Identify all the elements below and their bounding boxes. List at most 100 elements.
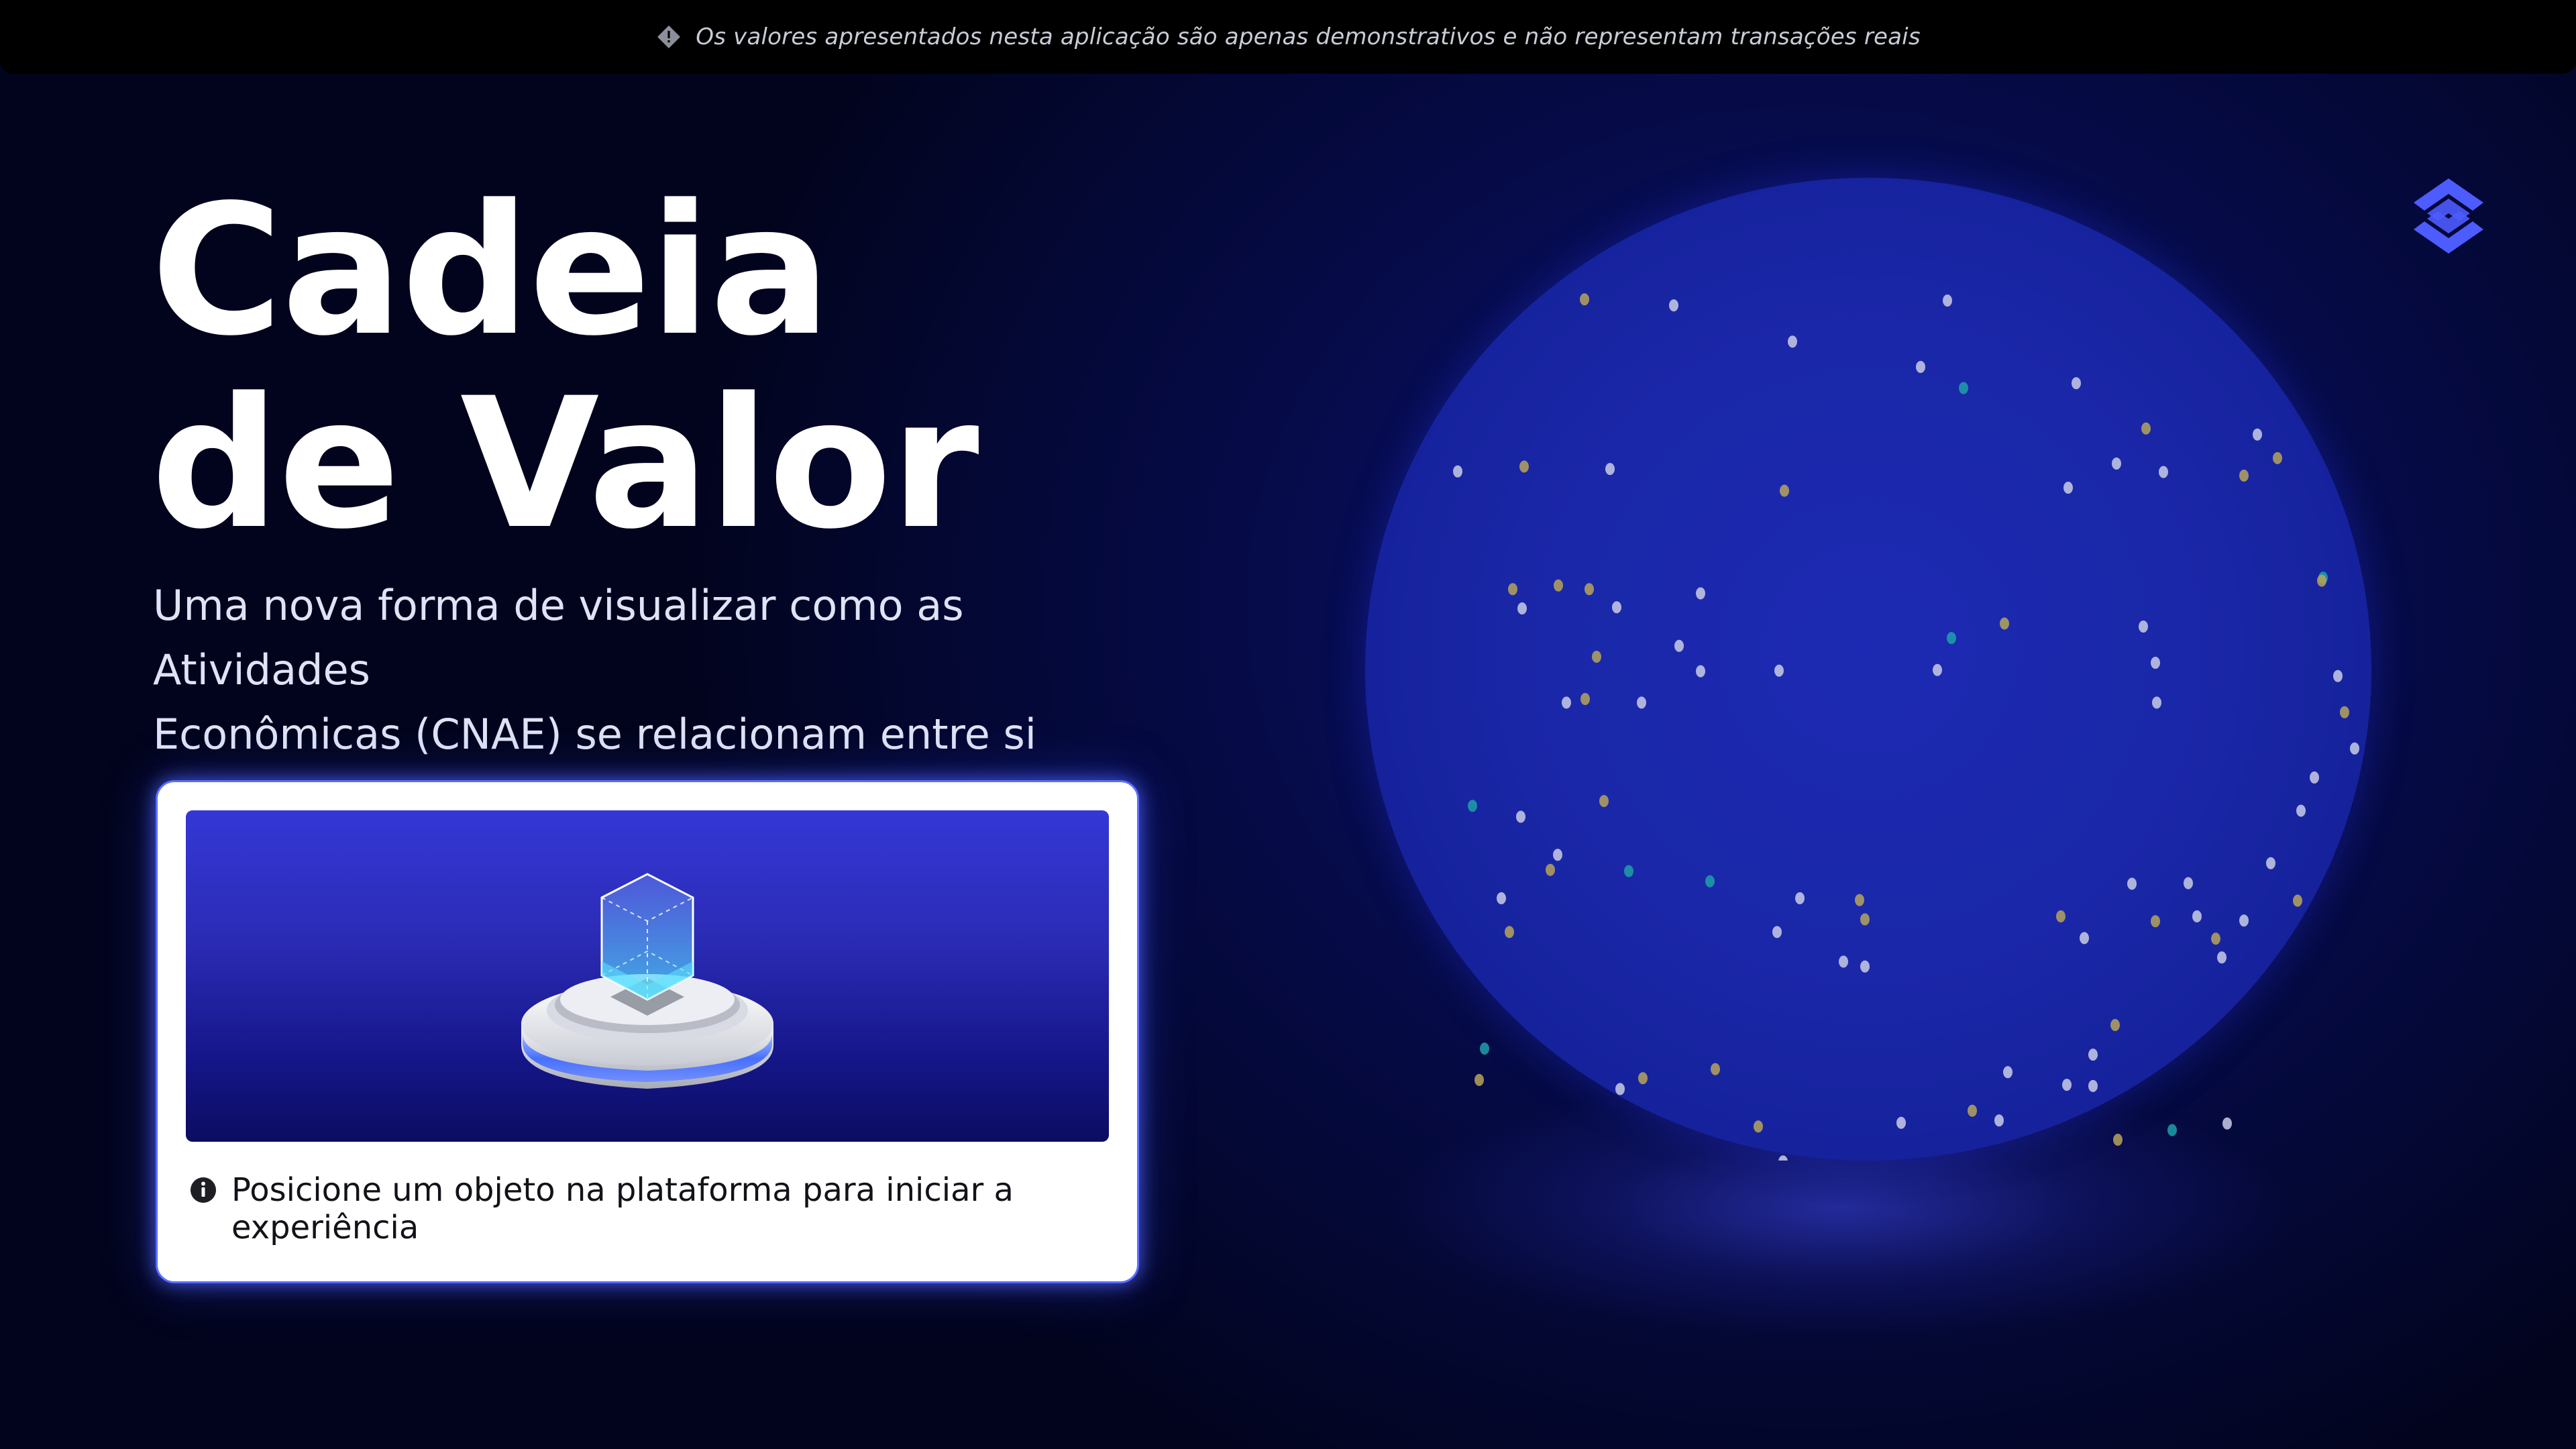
cnae-network-globe[interactable] [1365,178,2371,1161]
cnae-node[interactable] [1585,583,1594,596]
cnae-node[interactable] [1711,1063,1720,1075]
cnae-node[interactable] [1468,800,1477,812]
cnae-node[interactable] [1754,1120,1763,1133]
cnae-node[interactable] [2062,1079,2072,1091]
cnae-node[interactable] [2056,910,2065,922]
cnae-node[interactable] [1947,632,1956,645]
cnae-node[interactable] [1860,913,1870,926]
cnae-node[interactable] [1933,663,1942,676]
cnae-node[interactable] [1599,795,1609,808]
cnae-node[interactable] [2159,466,2168,478]
cnae-node[interactable] [1968,1104,1977,1117]
cnae-node[interactable] [2000,617,2009,630]
cnae-node[interactable] [2113,1134,2123,1146]
cnae-node[interactable] [1624,865,1633,877]
cnae-node[interactable] [2239,914,2249,927]
cnae-node[interactable] [1674,639,1684,652]
cnae-node[interactable] [2080,932,2089,945]
cnae-node[interactable] [1839,955,1848,968]
cnae-node[interactable] [2184,877,2193,890]
cnae-node[interactable] [2110,1019,2120,1031]
page-subtitle: Uma nova forma de visualizar como as Ati… [153,574,1173,767]
cnae-node[interactable] [1959,382,1968,394]
cnae-node[interactable] [1943,294,1952,307]
cnae-node[interactable] [1696,665,1705,678]
cnae-node[interactable] [2266,857,2275,869]
cnae-node[interactable] [2293,894,2302,907]
cnae-node[interactable] [2217,951,2226,964]
platform-with-cube-illustration [521,873,773,1089]
cnae-node[interactable] [1554,579,1563,592]
cnae-node[interactable] [1516,810,1525,823]
cnae-node[interactable] [1780,484,1789,497]
cnae-node[interactable] [2141,422,2151,435]
cnae-node[interactable] [2239,470,2249,482]
cnae-node[interactable] [1916,361,1925,373]
cnae-node[interactable] [2088,1049,2098,1061]
cnae-node[interactable] [1497,892,1506,904]
cnae-node[interactable] [2151,915,2160,928]
cnae-node[interactable] [1994,1114,2004,1127]
cnae-node[interactable] [2350,742,2359,755]
cnae-node[interactable] [1774,664,1784,677]
cnae-node[interactable] [2151,657,2160,669]
cnae-node[interactable] [2003,1066,2012,1079]
cnae-node[interactable] [2340,706,2349,718]
cnae-node[interactable] [2139,621,2148,633]
cnae-node[interactable] [2317,574,2326,587]
info-icon [191,1177,216,1203]
page-title-line-1: Cadeia [151,166,831,376]
cnae-node[interactable] [2167,1124,2177,1136]
cnae-node[interactable] [1592,651,1601,663]
cnae-node[interactable] [1637,696,1646,709]
cnae-node[interactable] [2152,696,2161,709]
cnae-node[interactable] [2333,669,2343,682]
cnae-node[interactable] [2063,482,2073,494]
cnae-node[interactable] [2222,1117,2232,1130]
cnae-node[interactable] [1860,960,1870,973]
cnae-node[interactable] [1615,1083,1625,1095]
cnae-node[interactable] [1519,460,1529,473]
cnae-node[interactable] [1580,293,1589,306]
banco-do-brasil-logo[interactable] [2408,176,2489,256]
cnae-node[interactable] [1795,892,1805,904]
cnae-node[interactable] [1453,465,1462,478]
cnae-node[interactable] [1705,875,1715,888]
cnae-node[interactable] [1480,1042,1489,1055]
cnae-node[interactable] [2088,1079,2098,1092]
cnae-nodes [1453,293,2359,1161]
cnae-node[interactable] [2112,458,2121,470]
page-title-line-2: de Valor [151,360,979,569]
cnae-node[interactable] [1553,849,1562,861]
cnae-node[interactable] [1612,601,1621,614]
page-subtitle-line-1: Uma nova forma de visualizar como as Ati… [153,581,964,694]
cnae-node[interactable] [2072,377,2081,390]
cnae-node[interactable] [1605,463,1615,476]
cnae-node[interactable] [1855,894,1864,906]
cnae-node[interactable] [1505,926,1514,938]
cnae-node[interactable] [1546,863,1555,876]
cnae-node[interactable] [2310,771,2319,784]
cnae-node[interactable] [2296,804,2306,817]
cnae-node[interactable] [1778,1155,1788,1161]
cnae-node[interactable] [2127,877,2137,890]
cnae-node[interactable] [1580,693,1590,705]
instruction-hint-text: Posicione um objeto na plataforma para i… [231,1171,1014,1246]
cnae-node[interactable] [1669,299,1678,312]
cnae-node[interactable] [1772,926,1782,938]
cnae-node[interactable] [2253,428,2262,441]
cnae-node[interactable] [1638,1072,1648,1085]
cnae-node[interactable] [2211,932,2220,945]
cnae-node[interactable] [2192,910,2202,922]
instruction-banner [186,810,1109,1142]
cnae-node[interactable] [1788,335,1797,348]
cnae-node[interactable] [1474,1073,1484,1086]
cnae-node[interactable] [1508,583,1517,596]
page-title: Cadeia de Valor [151,166,979,569]
cnae-node[interactable] [1562,696,1571,709]
demo-notice-bar: Os valores apresentados nesta aplicação … [0,0,2576,74]
cnae-node[interactable] [1696,587,1705,600]
cnae-node[interactable] [1896,1116,1906,1129]
cnae-node[interactable] [2273,451,2282,464]
cnae-node[interactable] [1517,602,1527,614]
